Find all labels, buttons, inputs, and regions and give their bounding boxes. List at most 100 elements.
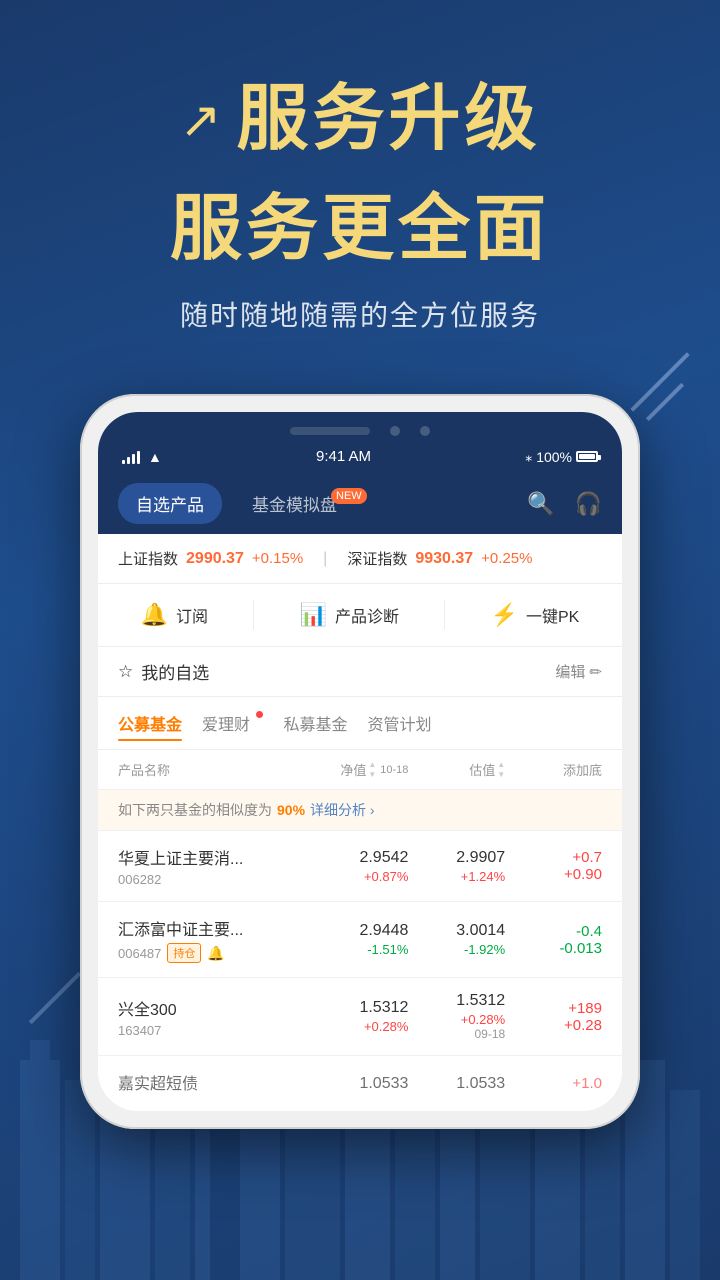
action-divider-2 <box>444 600 445 630</box>
ticker-divider: | <box>323 550 327 568</box>
fund-change-3: +1.0 <box>505 1075 602 1092</box>
search-icon[interactable]: 🔍 <box>527 491 554 517</box>
similarity-notice: 如下两只基金的相似度为 90% 详细分析 › <box>98 790 622 831</box>
ticker-bar: 上证指数 2990.37 +0.15% | 深证指数 9930.37 +0.25… <box>98 534 622 584</box>
fund-change-val-3: +1.0 <box>505 1075 602 1092</box>
action-subscribe[interactable]: 🔔 订阅 <box>141 602 208 628</box>
battery-icon <box>576 451 598 462</box>
cat-tab-4-label: 资管计划 <box>368 717 432 734</box>
status-left: ▲ <box>122 449 162 465</box>
col-header-nav: 净值 ▲▼ 10-18 <box>312 760 409 779</box>
fund-change-0: +0.7 +0.90 <box>505 849 602 883</box>
cat-tab-asset-mgmt[interactable]: 资管计划 <box>368 707 432 739</box>
fund-info-1: 汇添富中证主要... 006487 持仓 🔔 <box>118 916 312 963</box>
fund-est-value-1: 3.0014 <box>408 922 505 940</box>
pk-label: 一键PK <box>526 603 579 627</box>
status-bar: ▲ 9:41 AM ⁎ 100% <box>98 436 622 473</box>
fund-name-1: 汇添富中证主要... <box>118 916 312 940</box>
fund-nav-value-2: 1.5312 <box>312 999 409 1017</box>
fund-est-value-0: 2.9907 <box>408 849 505 867</box>
hero-section: ↗ 服务升级 服务更全面 随时随地随需的全方位服务 <box>0 0 720 364</box>
action-bar: 🔔 订阅 📊 产品诊断 ⚡ <box>98 584 622 647</box>
diagnose-label: 产品诊断 <box>335 603 399 627</box>
signal-bars <box>122 450 140 464</box>
col-header-est: 估值 ▲▼ <box>408 760 505 779</box>
subscribe-label: 订阅 <box>176 603 208 627</box>
fund-nav-change-0: +0.87% <box>312 869 409 884</box>
hero-title-line1: 服务升级 <box>236 80 540 159</box>
fund-change-val-2: +189 <box>505 1000 602 1017</box>
fund-est-date-2: 09-18 <box>408 1027 505 1041</box>
fund-row-1[interactable]: 汇添富中证主要... 006487 持仓 🔔 2.9448 -1.51% 3.0… <box>98 902 622 978</box>
fund-change-val-1: -0.4 <box>505 923 602 940</box>
sz-change: +0.25% <box>481 550 532 567</box>
cat-tab-public-fund[interactable]: 公募基金 <box>118 707 182 739</box>
edit-icon: ✏ <box>589 663 602 681</box>
cat-tab-2-label: 爱理财 <box>202 717 250 734</box>
camera-dot-2 <box>420 426 430 436</box>
signal-bar-1 <box>122 460 125 464</box>
nav-tab-watchlist[interactable]: 自选产品 <box>118 483 222 524</box>
hero-title-row: ↗ 服务升级 <box>60 80 660 159</box>
watchlist-title-text: 我的自选 <box>141 659 209 684</box>
phone-screen-content: 上证指数 2990.37 +0.15% | 深证指数 9930.37 +0.25… <box>98 534 622 1111</box>
fund-badge-1: 持仓 <box>167 943 201 963</box>
fund-nav-0: 2.9542 +0.87% <box>312 849 409 884</box>
fund-name-2: 兴全300 <box>118 996 312 1020</box>
action-divider-1 <box>253 600 254 630</box>
similarity-percentage: 90% <box>277 802 305 818</box>
edit-label: 编辑 <box>555 661 585 682</box>
sh-value: 2990.37 <box>186 550 244 568</box>
similarity-link[interactable]: 详细分析 › <box>310 800 375 820</box>
sh-change: +0.15% <box>252 550 303 567</box>
fund-nav-3: 1.0533 <box>312 1075 409 1093</box>
chart-diagnose-icon: 📊 <box>300 602 327 628</box>
action-pk[interactable]: ⚡ 一键PK <box>491 602 580 628</box>
cat-tab-private-fund[interactable]: 私募基金 <box>283 707 347 739</box>
nav-date: 10-18 <box>380 764 408 776</box>
phone-mockup: ▲ 9:41 AM ⁎ 100% 自选产品 基金模拟盘 NEW <box>80 394 640 1129</box>
watchlist-header: ☆ 我的自选 编辑 ✏ <box>98 647 622 697</box>
fund-nav-1: 2.9448 -1.51% <box>312 922 409 957</box>
fund-est-change-0: +1.24% <box>408 869 505 884</box>
fund-nav-value-1: 2.9448 <box>312 922 409 940</box>
fund-bell-1[interactable]: 🔔 <box>207 945 224 962</box>
watchlist-title: ☆ 我的自选 <box>118 659 209 684</box>
watchlist-icon: ☆ <box>118 662 133 682</box>
watchlist-edit-btn[interactable]: 编辑 ✏ <box>555 661 602 682</box>
nav-tab-fund-sim[interactable]: 基金模拟盘 NEW <box>234 483 391 524</box>
fund-info-3: 嘉实超短债 <box>118 1070 312 1097</box>
battery-pct: 100% <box>536 449 572 465</box>
category-tabs: 公募基金 爱理财 私募基金 资管计划 <box>98 697 622 750</box>
cat-tab-wealth[interactable]: 爱理财 <box>202 707 263 739</box>
fund-code-2: 163407 <box>118 1023 312 1038</box>
fund-change-val2-0: +0.90 <box>505 866 602 883</box>
sz-label: 深证指数 <box>347 548 407 569</box>
col-header-add: 添加底 <box>505 760 602 779</box>
fund-est-2: 1.5312 +0.28% 09-18 <box>408 992 505 1041</box>
cat-tab-3-label: 私募基金 <box>283 717 347 734</box>
fund-change-1: -0.4 -0.013 <box>505 923 602 957</box>
fund-nav-value-3: 1.0533 <box>312 1075 409 1093</box>
fund-nav-change-1: -1.51% <box>312 942 409 957</box>
phone-inner-screen: ▲ 9:41 AM ⁎ 100% 自选产品 基金模拟盘 NEW <box>98 412 622 1111</box>
action-diagnose[interactable]: 📊 产品诊断 <box>300 602 399 628</box>
fund-name-3: 嘉实超短债 <box>118 1070 312 1094</box>
nav-sort-arrows[interactable]: ▲▼ <box>368 760 376 779</box>
phone-outer-frame: ▲ 9:41 AM ⁎ 100% 自选产品 基金模拟盘 NEW <box>80 394 640 1129</box>
fund-row-2[interactable]: 兴全300 163407 1.5312 +0.28% 1.5312 +0.28%… <box>98 978 622 1056</box>
fund-row-0[interactable]: 华夏上证主要消... 006282 2.9542 +0.87% 2.9907 +… <box>98 831 622 902</box>
fund-change-2: +189 +0.28 <box>505 1000 602 1034</box>
fund-est-1: 3.0014 -1.92% <box>408 922 505 957</box>
table-header: 产品名称 净值 ▲▼ 10-18 估值 ▲▼ <box>98 750 622 790</box>
fund-nav-2: 1.5312 +0.28% <box>312 999 409 1034</box>
signal-bar-2 <box>127 457 130 464</box>
wealth-dot <box>256 711 263 718</box>
col-header-name: 产品名称 <box>118 760 312 779</box>
fund-change-val2-1: -0.013 <box>505 940 602 957</box>
fund-row-3[interactable]: 嘉实超短债 1.0533 1.0533 +1.0 <box>98 1056 622 1111</box>
fund-code-1: 006487 持仓 🔔 <box>118 943 312 963</box>
headset-icon[interactable]: 🎧 <box>575 491 602 517</box>
status-right: ⁎ 100% <box>525 448 598 465</box>
est-sort-arrows[interactable]: ▲▼ <box>497 760 505 779</box>
